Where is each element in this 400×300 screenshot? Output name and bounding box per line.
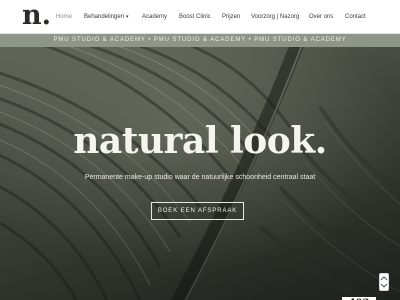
logo-dot: . (41, 0, 52, 31)
hero-title-text: natural look (73, 120, 315, 162)
nav-item-home[interactable]: Home (56, 12, 72, 22)
nav-item-prijzen[interactable]: Prijzen (222, 12, 240, 22)
scroll-arrows-icon (380, 276, 388, 288)
scroll-widget[interactable] (379, 273, 389, 291)
hero-subtitle: Permanente make-up studio waar de natuur… (84, 174, 316, 181)
nav-item-behandelingen[interactable]: Behandelingen ▾ (84, 12, 129, 22)
brand-logo[interactable]: n. (22, 2, 51, 30)
marquee-ribbon: PMU STUDIO & ACADEMY • PMU STUDIO & ACAD… (0, 34, 400, 47)
nav-item-contact[interactable]: Contact (345, 12, 366, 22)
chevron-down-icon: ▾ (126, 14, 129, 20)
logo-letter: n (22, 0, 42, 31)
hero-title-dot: . (314, 120, 328, 162)
hero-title: natural look. (0, 121, 400, 161)
hero-section: natural look. Permanente make-up studio … (0, 47, 400, 300)
nav-item-boost-clinic[interactable]: Boost Clinic (179, 12, 211, 22)
nav-item-label: Behandelingen (84, 14, 125, 20)
nav-item-voorzorg-nazorg[interactable]: Voorzorg | Nazorg (251, 12, 299, 22)
nav-item-over-ons[interactable]: Over ons (309, 12, 333, 22)
site-header: n. Home Behandelingen ▾ Academy Boost Cli… (0, 0, 400, 34)
nav-item-academy[interactable]: Academy (142, 12, 167, 22)
book-appointment-button[interactable]: BOEK EEN AFSPRAAK (151, 202, 244, 220)
